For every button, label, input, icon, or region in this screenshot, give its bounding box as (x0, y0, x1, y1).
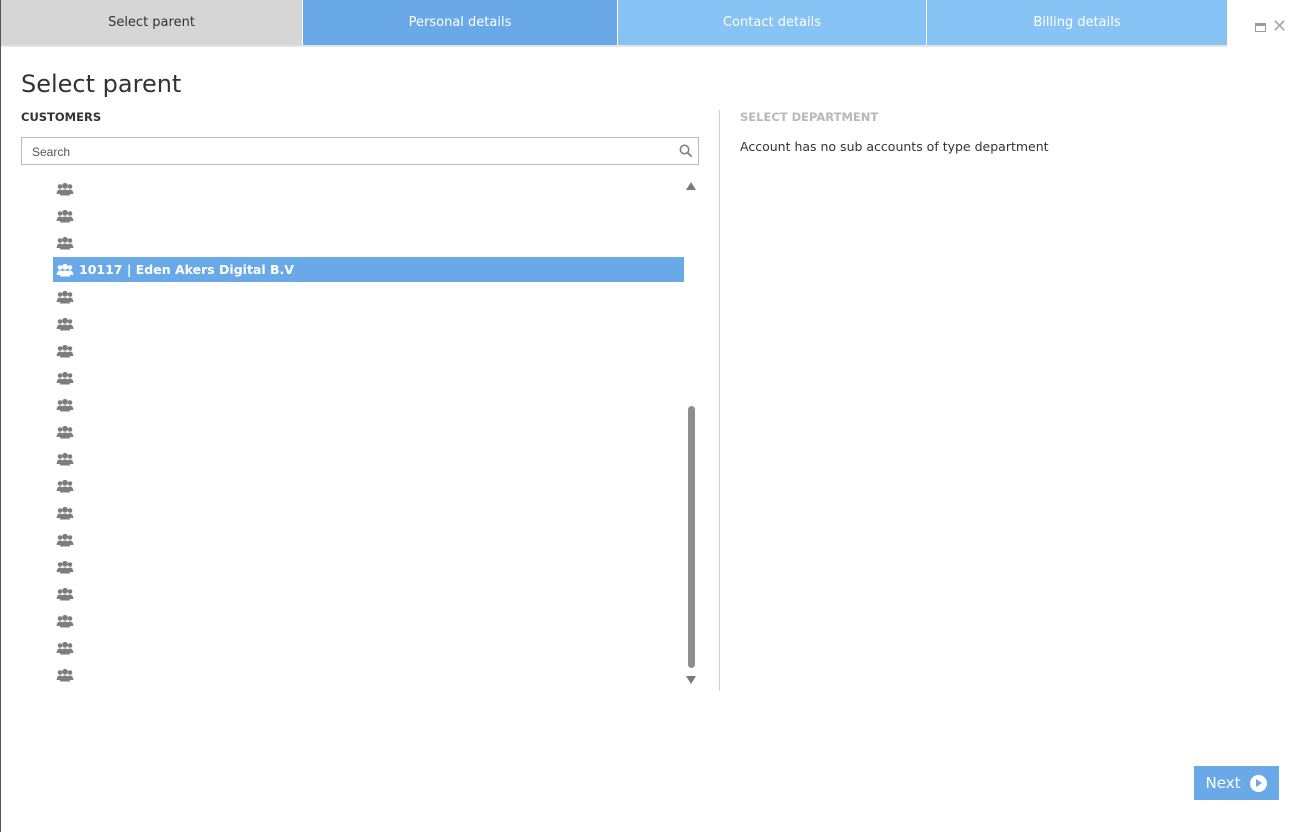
users-group-icon (56, 317, 74, 330)
tab-select-parent[interactable]: Select parent (1, 0, 303, 45)
customer-row[interactable] (53, 446, 684, 471)
select-department-label: SELECT DEPARTMENT (740, 110, 879, 124)
customer-row[interactable] (53, 176, 684, 201)
users-group-icon (56, 425, 74, 438)
close-icon[interactable]: ✕ (1272, 16, 1287, 38)
customer-row[interactable] (53, 230, 684, 255)
customer-row[interactable] (53, 500, 684, 525)
panel-divider (719, 110, 720, 691)
users-group-icon (56, 587, 74, 600)
tab-personal-details[interactable]: Personal details (303, 0, 618, 45)
wizard-tabs: Select parent Personal details Contact d… (1, 0, 1227, 46)
users-group-icon (56, 371, 74, 384)
users-group-icon (56, 290, 74, 303)
page-title: Select parent (21, 70, 182, 98)
customer-row-selected[interactable]: 10117 | Eden Akers Digital B.V (53, 257, 684, 282)
next-button-label: Next (1205, 774, 1241, 792)
customer-row[interactable] (53, 581, 684, 606)
customer-row[interactable] (53, 392, 684, 417)
customer-row-label: 10117 | Eden Akers Digital B.V (79, 262, 294, 277)
scroll-down-arrow-icon[interactable] (686, 676, 696, 684)
tab-billing-details[interactable]: Billing details (927, 0, 1227, 45)
customer-row[interactable] (53, 284, 684, 309)
window-left-border (0, 0, 1, 832)
customer-row[interactable] (53, 419, 684, 444)
scrollbar-thumb[interactable] (688, 406, 695, 668)
customer-row[interactable] (53, 338, 684, 363)
users-group-icon (56, 398, 74, 411)
customer-list: 10117 | Eden Akers Digital B.V (53, 176, 685, 690)
customer-row[interactable] (53, 662, 684, 687)
customer-row[interactable] (53, 554, 684, 579)
users-group-icon (56, 263, 74, 276)
arrow-circle-right-icon (1250, 774, 1268, 792)
search-icon[interactable] (679, 144, 692, 157)
department-empty-message: Account has no sub accounts of type depa… (740, 139, 1049, 154)
scroll-up-arrow-icon[interactable] (686, 182, 696, 190)
next-button[interactable]: Next (1194, 766, 1279, 800)
customer-row[interactable] (53, 635, 684, 660)
tabs-divider (1, 45, 1227, 47)
customers-label: CUSTOMERS (21, 110, 102, 124)
users-group-icon (56, 236, 74, 249)
users-group-icon (56, 506, 74, 519)
customer-row[interactable] (53, 473, 684, 498)
users-group-icon (56, 209, 74, 222)
customer-row[interactable] (53, 608, 684, 633)
tab-contact-details[interactable]: Contact details (618, 0, 927, 45)
users-group-icon (56, 479, 74, 492)
users-group-icon (56, 641, 74, 654)
users-group-icon (56, 452, 74, 465)
customer-row[interactable] (53, 311, 684, 336)
search-input[interactable] (30, 139, 674, 165)
users-group-icon (56, 182, 74, 195)
customer-row[interactable] (53, 203, 684, 228)
users-group-icon (56, 533, 74, 546)
customer-search-field[interactable] (21, 137, 699, 165)
users-group-icon (56, 560, 74, 573)
users-group-icon (56, 614, 74, 627)
customer-row[interactable] (53, 365, 684, 390)
users-group-icon (56, 344, 74, 357)
maximize-icon[interactable] (1255, 23, 1266, 32)
users-group-icon (56, 668, 74, 681)
customer-row[interactable] (53, 527, 684, 552)
